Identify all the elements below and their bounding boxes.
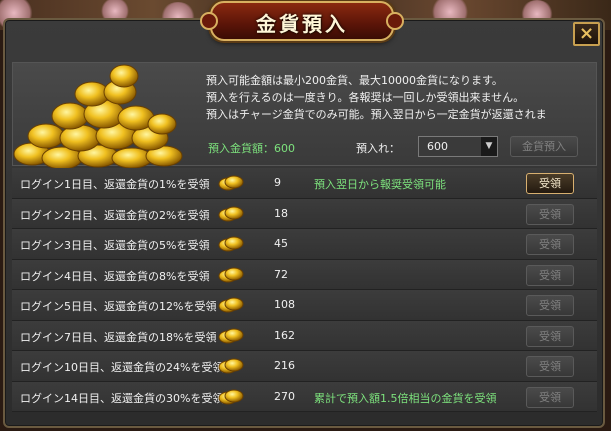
- notice-line: 預入可能金額は最小200金貨、最大10000金貨になります。: [206, 74, 503, 87]
- reward-label: ログイン2日目、返還金貨の2%を受領: [20, 208, 210, 222]
- reward-amount: 162: [274, 328, 295, 342]
- title-plate: 金貨預入: [200, 1, 404, 41]
- claim-button[interactable]: 受領: [526, 203, 574, 225]
- gold-coin-icon: [218, 236, 244, 252]
- reward-row: ログイン2日目、返還金貨の2%を受領 18 受領: [12, 198, 597, 229]
- notice-line: 預入はチャージ金貨でのみ可能。預入翌日から一定金貨が返還されま: [206, 108, 547, 121]
- gold-coin-icon: [218, 358, 244, 374]
- reward-label: ログイン4日目、返還金貨の8%を受領: [20, 269, 210, 283]
- reward-row: ログイン3日目、返還金貨の5%を受領 45 受領: [12, 229, 597, 260]
- reward-amount: 9: [274, 176, 281, 189]
- claim-button[interactable]: 受領: [526, 295, 574, 316]
- close-icon: ×: [578, 23, 595, 44]
- claim-button[interactable]: 受領: [526, 264, 574, 286]
- reward-label: ログイン7日目、返還金貨の18%を受領: [20, 330, 217, 344]
- notice-text: 預入可能金額は最小200金貨、最大10000金貨になります。 預入を行えるのは一…: [206, 72, 591, 123]
- dialog-title: 金貨預入: [256, 12, 348, 36]
- gold-coins-image: [13, 64, 183, 170]
- reward-row: ログイン1日目、返還金貨の1%を受領 9 預入翌日から報奨受領可能 受領: [12, 168, 597, 199]
- reward-note: 累計で預入額1.5倍相当の金貨を受領: [314, 391, 497, 405]
- reward-amount: 45: [274, 237, 288, 250]
- gold-coin-icon: [218, 328, 244, 343]
- gold-coin-icon: [218, 297, 244, 313]
- reward-amount: 270: [274, 389, 295, 403]
- deposit-selected-value: 600: [427, 140, 448, 153]
- reward-list: ログイン1日目、返還金貨の1%を受領 9 預入翌日から報奨受領可能 受領 ログイン2日目…: [12, 168, 597, 412]
- reward-row: ログイン5日目、返還金貨の12%を受領 108 受領: [12, 290, 597, 321]
- deposit-amount-select[interactable]: 600 ▼: [418, 136, 498, 157]
- reward-row: ログイン7日目、返還金貨の18%を受領 162 受領: [12, 320, 597, 351]
- gold-coin-icon: [218, 175, 244, 191]
- notice-line: 預入を行えるのは一度きり。各報奨は一回しか受領出来ません。: [206, 91, 525, 104]
- reward-amount: 18: [274, 206, 288, 220]
- claim-button[interactable]: 受領: [526, 173, 574, 194]
- gold-coin-icon: [218, 267, 244, 282]
- title-ornament-left: [200, 12, 218, 30]
- reward-label: ログイン10日目、返還金貨の24%を受領: [20, 361, 223, 374]
- reward-label: ログイン1日目、返還金貨の1%を受領: [20, 178, 210, 191]
- claim-button[interactable]: 受領: [526, 386, 574, 408]
- reward-label: ログイン3日目、返還金貨の5%を受領: [20, 239, 210, 252]
- gold-coin-icon: [218, 206, 244, 221]
- reward-amount: 108: [274, 298, 295, 311]
- reward-row: ログイン4日目、返還金貨の8%を受領 72 受領: [12, 259, 597, 290]
- deposit-amount-text: 預入金貨額：600: [208, 142, 295, 155]
- title-ornament-right: [386, 12, 404, 30]
- reward-label: ログイン5日目、返還金貨の12%を受領: [20, 300, 217, 313]
- reward-amount: 72: [274, 267, 288, 281]
- reward-amount: 216: [274, 359, 295, 372]
- claim-button[interactable]: 受領: [526, 356, 574, 377]
- claim-button[interactable]: 受領: [526, 325, 574, 347]
- dropdown-arrow-icon[interactable]: ▼: [481, 137, 497, 156]
- deposit-submit-button[interactable]: 金貨預入: [510, 136, 578, 157]
- gold-coin-icon: [218, 389, 244, 404]
- deposit-input-label: 預入れ：: [356, 142, 400, 155]
- reward-note: 預入翌日から報奨受領可能: [314, 178, 446, 191]
- reward-label: ログイン14日目、返還金貨の30%を受領: [20, 391, 223, 405]
- reward-row: ログイン10日目、返還金貨の24%を受領 216 受領: [12, 351, 597, 382]
- claim-button[interactable]: 受領: [526, 234, 574, 255]
- close-button[interactable]: ×: [573, 22, 600, 46]
- reward-row: ログイン14日目、返還金貨の30%を受領 270 累計で預入額1.5倍相当の金貨を受…: [12, 381, 597, 412]
